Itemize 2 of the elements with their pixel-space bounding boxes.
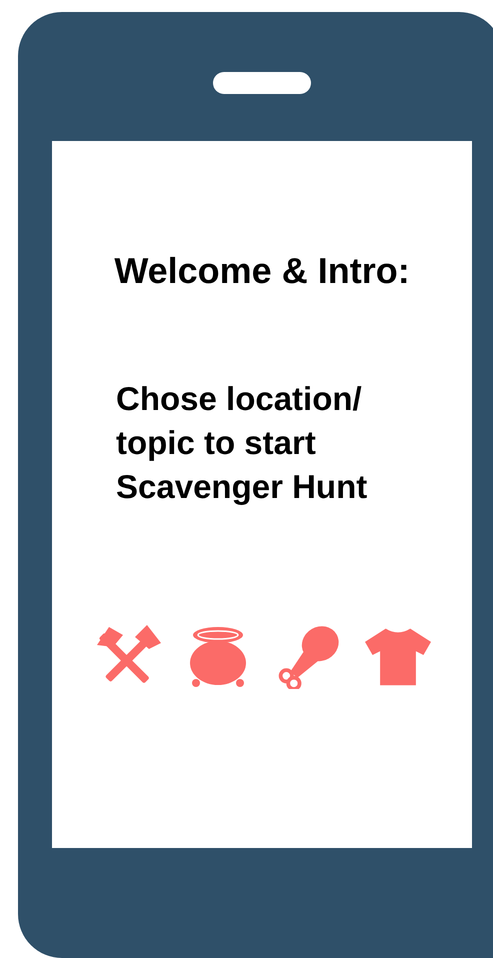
welcome-title: Welcome & Intro: <box>113 249 411 293</box>
instruction-text: Chose location/ topic to start Scavenger Hunt <box>116 379 368 507</box>
